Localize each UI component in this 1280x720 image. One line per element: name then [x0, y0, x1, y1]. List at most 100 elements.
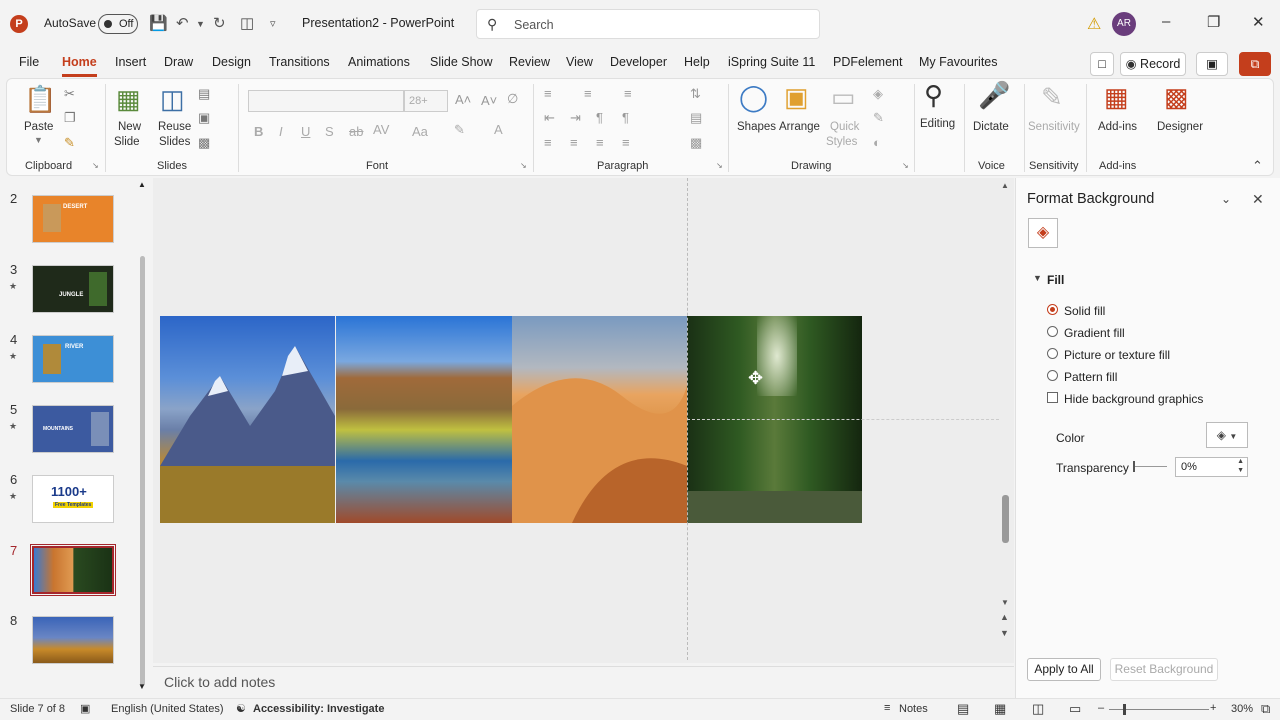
- reading-view-icon[interactable]: ◫: [1032, 701, 1044, 717]
- highlight-icon[interactable]: ✎: [454, 122, 465, 138]
- redo-icon[interactable]: ↻: [213, 14, 226, 32]
- save-icon[interactable]: 💾: [149, 14, 168, 32]
- shapes-icon[interactable]: ◯: [739, 82, 768, 113]
- next-slide-icon[interactable]: ▼: [1000, 628, 1009, 638]
- scroll-up-icon[interactable]: ▲: [138, 180, 146, 189]
- strikethrough-icon[interactable]: ab: [349, 124, 363, 139]
- reset-icon[interactable]: ▣: [198, 110, 210, 126]
- rtl-icon[interactable]: ¶: [596, 110, 603, 125]
- numbering-icon[interactable]: ≡: [584, 86, 592, 101]
- slide-sorter-icon[interactable]: ▦: [994, 701, 1006, 717]
- align-right-icon[interactable]: ≡: [596, 135, 604, 150]
- pane-close-icon[interactable]: ✕: [1252, 191, 1264, 208]
- arrange-icon[interactable]: ▣: [784, 82, 809, 113]
- designer-icon[interactable]: ▩: [1164, 82, 1189, 113]
- change-case-icon[interactable]: Aa: [412, 124, 428, 139]
- arrange-button[interactable]: Arrange: [779, 121, 820, 133]
- gradient-fill-radio[interactable]: [1047, 326, 1058, 337]
- accessibility-icon[interactable]: ☯: [236, 702, 246, 715]
- new-slide-label[interactable]: New: [118, 121, 141, 133]
- shape-outline-icon[interactable]: ✎: [873, 110, 884, 126]
- tab-pdfelement[interactable]: PDFelement: [833, 55, 902, 69]
- bullets-icon[interactable]: ≡: [544, 86, 552, 101]
- record-button[interactable]: ◉ Record: [1120, 52, 1186, 76]
- notes-button[interactable]: Notes: [899, 703, 928, 715]
- tab-transitions[interactable]: Transitions: [269, 55, 330, 69]
- designer-button[interactable]: Designer: [1157, 121, 1203, 133]
- apply-to-all-button[interactable]: Apply to All: [1027, 658, 1101, 681]
- collapse-fill-icon[interactable]: ▼: [1033, 273, 1042, 283]
- layout-icon[interactable]: ▤: [198, 86, 210, 102]
- tab-ispring[interactable]: iSpring Suite 11: [728, 55, 815, 69]
- reuse-slides-label-2[interactable]: Slides: [159, 136, 190, 148]
- slide-thumbnail-8[interactable]: [32, 616, 114, 664]
- clear-format-icon[interactable]: ∅: [507, 91, 518, 107]
- clipboard-launcher-icon[interactable]: ↘: [92, 161, 99, 170]
- text-direction-icon[interactable]: ⇅: [690, 86, 701, 102]
- transparency-input[interactable]: 0% ▲ ▼: [1175, 457, 1248, 477]
- font-size-input[interactable]: 28+: [404, 90, 448, 112]
- zoom-slider-handle[interactable]: [1123, 704, 1126, 715]
- present-icon[interactable]: ◫: [240, 14, 254, 32]
- shape-fill-icon[interactable]: ◈: [873, 86, 883, 102]
- pane-options-icon[interactable]: ⌄: [1221, 192, 1231, 206]
- solid-fill-radio[interactable]: [1047, 304, 1058, 315]
- tab-file[interactable]: File: [19, 55, 39, 69]
- tab-developer[interactable]: Developer: [610, 55, 667, 69]
- minimize-icon[interactable]: –: [1162, 13, 1170, 30]
- align-center-icon[interactable]: ≡: [570, 135, 578, 150]
- accessibility-status[interactable]: Accessibility: Investigate: [253, 703, 384, 715]
- addins-button[interactable]: Add-ins: [1098, 121, 1137, 133]
- avatar[interactable]: AR: [1112, 12, 1136, 36]
- undo-dropdown-icon[interactable]: ▼: [196, 19, 205, 29]
- shape-effects-icon[interactable]: ◐: [873, 135, 881, 150]
- paste-button[interactable]: Paste: [24, 121, 53, 133]
- customize-icon[interactable]: ▿: [270, 17, 276, 30]
- notes-icon[interactable]: ≡: [884, 702, 890, 714]
- present-teams-button[interactable]: ▣: [1196, 52, 1228, 76]
- pattern-fill-label[interactable]: Pattern fill: [1064, 370, 1117, 384]
- search-box[interactable]: ⚲ Search: [476, 9, 820, 39]
- slide-thumbnail-2[interactable]: DESERT: [32, 195, 114, 243]
- restore-icon[interactable]: ❐: [1207, 13, 1220, 31]
- language-status[interactable]: English (United States): [111, 703, 224, 715]
- zoom-level[interactable]: 30%: [1231, 703, 1253, 715]
- tab-review[interactable]: Review: [509, 55, 550, 69]
- collapse-ribbon-icon[interactable]: ⌃: [1252, 158, 1263, 174]
- spin-down-icon[interactable]: ▼: [1237, 467, 1244, 474]
- increase-indent-icon[interactable]: ⇥: [570, 110, 581, 126]
- warning-icon[interactable]: ⚠: [1087, 14, 1101, 34]
- close-icon[interactable]: ✕: [1252, 13, 1265, 31]
- share-button[interactable]: ⧉: [1239, 52, 1271, 76]
- format-painter-icon[interactable]: ✎: [64, 135, 75, 151]
- paste-dropdown-icon[interactable]: ▼: [34, 135, 43, 145]
- decrease-indent-icon[interactable]: ⇤: [544, 110, 555, 126]
- spin-up-icon[interactable]: ▲: [1237, 458, 1244, 465]
- tab-view[interactable]: View: [566, 55, 593, 69]
- editing-button[interactable]: Editing: [920, 118, 955, 130]
- comments-button[interactable]: □: [1090, 52, 1114, 76]
- river-photo[interactable]: [336, 316, 512, 523]
- desert-photo[interactable]: [512, 316, 687, 523]
- notes-pane[interactable]: Click to add notes: [153, 666, 1014, 696]
- scroll-down-icon[interactable]: ▼: [138, 682, 146, 691]
- slide-thumbnail-7[interactable]: [30, 544, 116, 596]
- bold-icon[interactable]: B: [254, 124, 263, 139]
- justify-icon[interactable]: ≡: [622, 135, 630, 150]
- solid-fill-label[interactable]: Solid fill: [1064, 304, 1105, 318]
- microphone-icon[interactable]: 🎤: [978, 80, 1010, 111]
- decrease-font-icon[interactable]: A˅: [481, 93, 497, 108]
- transparency-slider[interactable]: [1133, 466, 1167, 467]
- hide-graphics-label[interactable]: Hide background graphics: [1064, 392, 1203, 406]
- canvas-scroll-down-icon[interactable]: ▼: [1001, 598, 1009, 607]
- tab-home[interactable]: Home: [62, 55, 97, 69]
- tab-my-favourites[interactable]: My Favourites: [919, 55, 998, 69]
- mountain-photo[interactable]: [160, 316, 335, 523]
- shapes-button[interactable]: Shapes: [737, 121, 776, 133]
- quick-styles-label[interactable]: Quick: [830, 121, 859, 133]
- slide-thumbnail-3[interactable]: JUNGLE: [32, 265, 114, 313]
- underline-icon[interactable]: U: [301, 124, 310, 139]
- editing-icon[interactable]: ⚲: [924, 80, 943, 111]
- transparency-slider-handle[interactable]: [1133, 461, 1135, 472]
- ltr-icon[interactable]: ¶: [622, 110, 629, 125]
